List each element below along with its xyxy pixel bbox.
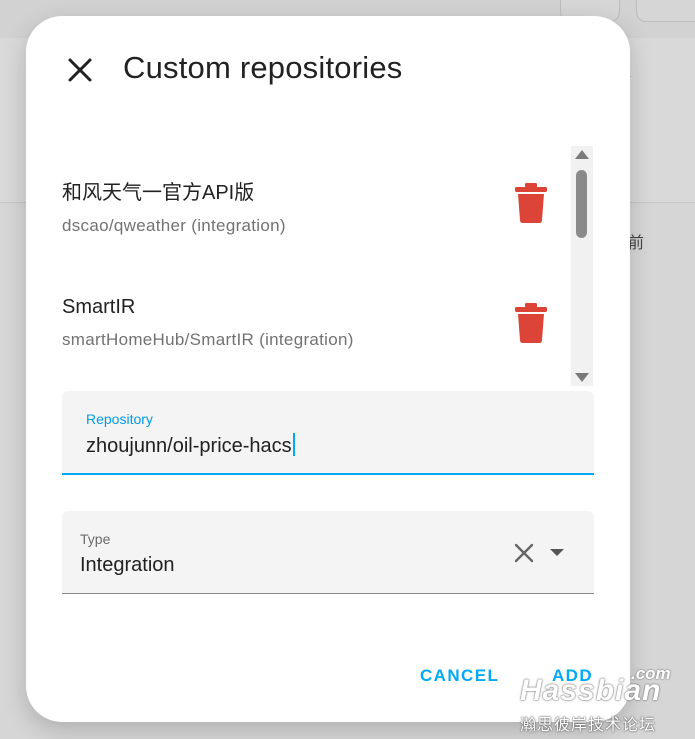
background-text: 前 — [628, 235, 645, 252]
trash-icon — [515, 183, 547, 223]
close-icon — [68, 58, 92, 82]
repository-input-value-wrap[interactable]: zhoujunn/oil-price-hacs — [86, 433, 295, 458]
repository-input-label: Repository — [86, 411, 153, 427]
type-select-value[interactable]: Integration — [80, 554, 175, 577]
repository-input-value[interactable]: zhoujunn/oil-price-hacs — [86, 435, 292, 457]
repository-detail: smartHomeHub/SmartIR (integration) — [62, 330, 354, 349]
delete-repository-button[interactable] — [514, 182, 554, 228]
background-button — [636, 0, 695, 22]
repository-item: SmartIR smartHomeHub/SmartIR (integratio… — [62, 296, 542, 350]
repository-list: 和风天气一官方API版 dscao/qweather (integration)… — [26, 146, 630, 386]
dropdown-arrow-icon[interactable] — [550, 549, 564, 556]
repository-name: 和风天气一官方API版 — [62, 182, 255, 204]
type-select[interactable]: Type Integration — [62, 511, 594, 594]
repository-detail: dscao/qweather (integration) — [62, 216, 286, 235]
close-button[interactable] — [64, 54, 96, 86]
repository-input[interactable]: Repository zhoujunn/oil-price-hacs — [62, 391, 594, 475]
repository-list-scrollbar[interactable] — [571, 146, 593, 386]
repository-item: 和风天气一官方API版 dscao/qweather (integration) — [62, 176, 542, 236]
text-caret — [292, 433, 295, 456]
watermark-brand: Hassbian — [520, 674, 662, 707]
trash-icon — [515, 303, 547, 343]
delete-repository-button[interactable] — [514, 302, 554, 348]
clear-icon[interactable] — [512, 541, 536, 565]
custom-repositories-dialog: Custom repositories 和风天气一官方API版 dscao/qw… — [26, 16, 630, 722]
watermark-tagline: 瀚思彼岸技术论坛 — [520, 717, 657, 734]
dialog-title: Custom repositories — [123, 50, 403, 85]
scroll-down-arrow-icon[interactable] — [575, 373, 589, 382]
cancel-button[interactable]: CANCEL — [420, 666, 499, 686]
type-select-label: Type — [80, 531, 111, 547]
repository-name: SmartIR — [62, 296, 136, 318]
scroll-up-arrow-icon[interactable] — [575, 150, 589, 159]
scrollbar-thumb[interactable] — [576, 170, 587, 238]
